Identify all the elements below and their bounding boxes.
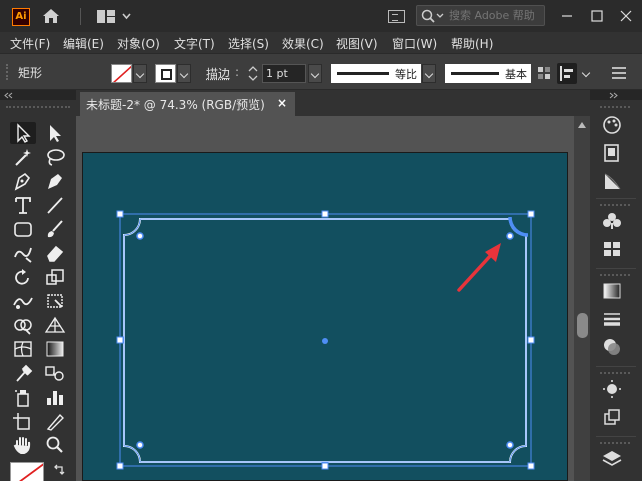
- color-palette-icon[interactable]: [601, 114, 623, 136]
- recolor-icon[interactable]: [601, 170, 623, 192]
- handle-middle-left: [116, 336, 124, 344]
- transparency-icon[interactable]: [601, 336, 623, 358]
- divider: [596, 198, 636, 199]
- divider: [596, 366, 636, 367]
- corner-widget-bottom-right: [506, 441, 514, 449]
- annotation-arrow-icon: [457, 243, 501, 292]
- corner-widget-top-right: [506, 232, 514, 240]
- handle-top-right: [527, 210, 535, 218]
- center-point: [322, 338, 328, 344]
- handle-top-left: [116, 210, 124, 218]
- panels-dock: [590, 90, 642, 481]
- corner-widget-top-left: [136, 232, 144, 240]
- panel-grip[interactable]: [600, 274, 630, 276]
- symbols-icon[interactable]: [601, 210, 623, 232]
- divider: [596, 268, 636, 269]
- panel-grip[interactable]: [600, 372, 630, 374]
- canvas-overlay: [116, 210, 535, 470]
- handle-middle-right: [527, 336, 535, 344]
- layers-icon[interactable]: [601, 448, 623, 470]
- stroke-panel-icon[interactable]: [601, 308, 623, 330]
- handle-bottom-left: [116, 462, 124, 470]
- graphic-styles-icon[interactable]: [601, 406, 623, 428]
- highlighted-corner-arc: [508, 216, 529, 237]
- scroll-up-icon[interactable]: [578, 122, 586, 128]
- panel-grip[interactable]: [600, 442, 630, 444]
- panel-grip[interactable]: [600, 204, 630, 206]
- gradient-panel-icon[interactable]: [601, 280, 623, 302]
- divider: [596, 436, 636, 437]
- vertical-scrollbar[interactable]: [574, 116, 590, 481]
- panel-grip[interactable]: [600, 106, 630, 108]
- corner-widget-bottom-left: [136, 441, 144, 449]
- dock-collapse-bar[interactable]: [590, 90, 642, 100]
- handle-bottom-center: [321, 462, 329, 470]
- color-guide-icon[interactable]: [601, 142, 623, 164]
- handle-top-center: [321, 210, 329, 218]
- swatches-icon[interactable]: [601, 238, 623, 260]
- appearance-icon[interactable]: [601, 378, 623, 400]
- scroll-thumb[interactable]: [577, 313, 588, 338]
- handle-bottom-right: [527, 462, 535, 470]
